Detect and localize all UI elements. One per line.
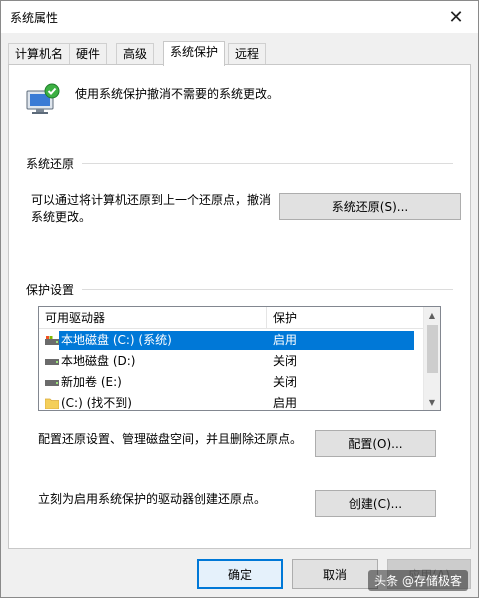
watermark: 头条 @存储极客 [368,570,468,591]
intro-text: 使用系统保护撤消不需要的系统更改。 [75,87,280,101]
scroll-down-button[interactable]: ▼ [424,394,440,410]
chevron-down-icon: ▼ [428,397,436,407]
scroll-thumb[interactable] [427,325,438,373]
drive-row[interactable]: (C:) (找不到) 启用 [39,393,424,410]
drive-name: 本地磁盘 (C:) (系统) [61,333,172,347]
system-restore-button[interactable]: 系统还原(S)... [279,193,461,220]
tab-system-protection[interactable]: 系统保护 [163,41,226,66]
cancel-button[interactable]: 取消 [292,559,378,589]
system-protection-icon [26,83,60,114]
drive-row[interactable]: 本地磁盘 (D:) 关闭 [39,351,424,372]
tab-hardware[interactable]: 硬件 [69,43,108,65]
folder-icon [45,398,59,409]
drive-name: 新加卷 (E:) [61,375,122,389]
drive-row[interactable]: 新加卷 (E:) 关闭 [39,372,424,393]
system-restore-group-label: 系统还原 [26,155,81,172]
system-drive-icon [45,336,59,345]
system-restore-description-line2: 系统更改。 [31,210,92,224]
column-available-drives[interactable]: 可用驱动器 [39,307,267,329]
hard-drive-icon [45,359,59,365]
hard-drive-icon [45,380,59,386]
drive-protection-status: 启用 [273,396,298,410]
close-button[interactable]: ✕ [434,1,478,33]
protection-settings-divider [82,289,453,290]
system-protection-panel: 使用系统保护撤消不需要的系统更改。 系统还原 可以通过将计算机还原到上一个还原点… [8,64,471,549]
system-restore-description: 可以通过将计算机还原到上一个还原点，撤消 系统更改。 [31,192,271,226]
create-button[interactable]: 创建(C)... [315,490,436,517]
drive-protection-status: 启用 [273,333,298,347]
tab-computer-name[interactable]: 计算机名 [8,43,71,65]
drives-list-header: 可用驱动器 保护 [39,307,424,329]
window-title: 系统属性 [10,11,59,25]
drive-protection-status: 关闭 [273,375,298,389]
chevron-up-icon: ▲ [428,310,436,320]
drive-name: (C:) (找不到) [61,396,132,410]
configure-description: 配置还原设置、管理磁盘空间，并且删除还原点。 [38,432,303,446]
scroll-up-button[interactable]: ▲ [424,307,440,323]
title-bar[interactable]: 系统属性 ✕ [1,1,478,33]
drive-name: 本地磁盘 (D:) [61,354,136,368]
system-properties-window: 系统属性 ✕ 计算机名 硬件 高级 系统保护 远程 使用系统保护撤消不需要的系统… [0,0,479,598]
ok-button[interactable]: 确定 [197,559,283,589]
protection-settings-group-label: 保护设置 [26,281,81,298]
close-icon: ✕ [448,6,464,28]
drives-scrollbar[interactable]: ▲ ▼ [423,307,440,410]
drives-listbox[interactable]: 可用驱动器 保护 本地磁盘 (C:) (系统) 启用 本地磁盘 (D:) 关闭 … [38,306,441,411]
create-description: 立刻为启用系统保护的驱动器创建还原点。 [38,492,267,506]
system-restore-description-line1: 可以通过将计算机还原到上一个还原点，撤消 [31,193,272,207]
column-protection[interactable]: 保护 [267,307,424,329]
tab-advanced[interactable]: 高级 [116,43,155,65]
drive-protection-status: 关闭 [273,354,298,368]
system-restore-divider [82,163,453,164]
drive-row[interactable]: 本地磁盘 (C:) (系统) 启用 [39,330,424,351]
tab-remote[interactable]: 远程 [228,43,267,65]
configure-button[interactable]: 配置(O)... [315,430,436,457]
